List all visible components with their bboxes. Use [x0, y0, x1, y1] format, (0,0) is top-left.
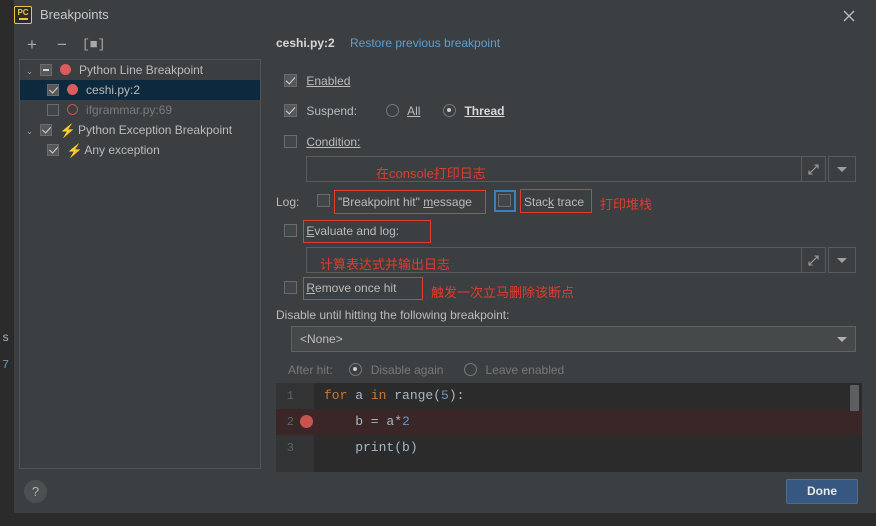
after-hit-leave-enabled-label: Leave enabled: [485, 363, 565, 377]
remove-breakpoint-button[interactable]: −: [52, 36, 72, 54]
suspend-checkbox[interactable]: [284, 104, 297, 117]
breakpoint-name: ceshi.py:2: [276, 36, 335, 50]
exception-bolt-icon: ⚡: [59, 123, 76, 138]
restore-previous-breakpoint-link[interactable]: Restore previous breakpoint: [350, 36, 500, 50]
tree-row-label: Any exception: [84, 143, 160, 157]
disable-until-value: <None>: [300, 332, 343, 346]
disable-until-select[interactable]: <None>: [291, 326, 856, 352]
dialog-title: Breakpoints: [40, 7, 109, 22]
tree-row[interactable]: ⌄ ⚡ Python Exception Breakpoint: [20, 120, 260, 140]
chevron-down-icon: [837, 166, 847, 172]
suspend-thread-label: Thread: [464, 104, 505, 118]
enabled-label: Enabled: [306, 74, 351, 88]
tree-row[interactable]: ⌄ Python Line Breakpoint: [20, 60, 260, 80]
tree-row-label: Python Exception Breakpoint: [78, 123, 233, 137]
tree-row-label: ifgrammar.py:69: [86, 103, 173, 117]
chevron-down-icon[interactable]: ⌄: [22, 61, 37, 81]
suspend-row[interactable]: Suspend: All Thread: [284, 104, 504, 118]
log-message-label: "Breakpoint hit" message: [338, 195, 472, 209]
suspend-label: Suspend:: [306, 104, 358, 118]
tree-row[interactable]: ⚡ Any exception: [20, 140, 260, 160]
remove-once-hit-annotation: 触发一次立马删除该断点: [431, 285, 575, 300]
tree-row-checkbox[interactable]: [47, 144, 60, 156]
ide-text-fragment-2: 7: [2, 358, 10, 372]
line-number: 3: [286, 441, 294, 455]
suspend-all-label: All: [407, 104, 421, 118]
tree-row-checkbox[interactable]: [40, 64, 53, 76]
condition-row[interactable]: Condition:: [284, 135, 360, 149]
evaluate-and-log-checkbox[interactable]: [284, 224, 297, 237]
code-line: 3 print(b): [276, 435, 862, 461]
dialog-footer: ? Done: [14, 472, 876, 513]
line-number: 2: [286, 415, 294, 429]
evaluate-history-dropdown[interactable]: [828, 247, 856, 273]
log-stack-annotation: 打印堆栈: [600, 197, 653, 212]
remove-once-hit-label: Remove once hit: [306, 281, 397, 295]
code-line: 2 b = a*2: [276, 409, 862, 435]
suspend-all-radio[interactable]: [385, 104, 399, 117]
chevron-down-icon: [837, 337, 847, 342]
log-message-checkbox[interactable]: [317, 194, 330, 208]
chevron-down-icon[interactable]: ⌄: [22, 121, 37, 141]
exception-bolt-icon: ⚡: [66, 143, 83, 158]
remove-once-hit-checkbox[interactable]: [284, 281, 297, 294]
evaluate-annotation: 计算表达式并输出日志: [320, 257, 451, 272]
disable-until-label: Disable until hitting the following brea…: [276, 308, 510, 322]
after-hit-label: After hit:: [288, 363, 333, 377]
pycharm-icon: PC: [14, 6, 32, 24]
tree-row-checkbox[interactable]: [40, 124, 53, 136]
condition-checkbox[interactable]: [284, 135, 297, 148]
view-groups-icon[interactable]: [■]: [82, 36, 105, 54]
breakpoint-dot-icon: [59, 64, 71, 75]
close-icon[interactable]: [838, 5, 860, 27]
tree-row[interactable]: ceshi.py:2: [20, 80, 260, 100]
remove-once-hit-row[interactable]: Remove once hit: [284, 281, 396, 295]
chevron-down-icon: [837, 257, 847, 263]
add-breakpoint-button[interactable]: +: [22, 36, 42, 54]
suspend-thread-radio[interactable]: [443, 104, 457, 117]
condition-annotation: 在console打印日志: [376, 166, 486, 181]
code-line: 1 for a in range(5):: [276, 383, 862, 409]
log-label: Log:: [276, 195, 300, 209]
breakpoints-tree[interactable]: ⌄ Python Line Breakpoint ceshi.py:2 ifgr…: [19, 59, 261, 469]
breakpoint-dot-hollow-icon: [66, 104, 78, 115]
code-line-text: for a in range(5):: [324, 388, 465, 403]
code-line-text: b = a*2: [324, 414, 410, 429]
enabled-row[interactable]: Enabled: [284, 74, 350, 88]
tree-row-checkbox[interactable]: [47, 104, 60, 116]
enabled-checkbox[interactable]: [284, 74, 297, 87]
evaluate-and-log-label: Evaluate and log:: [306, 224, 400, 238]
condition-label: Condition:: [306, 135, 361, 149]
tree-row-label: ceshi.py:2: [86, 83, 141, 97]
log-row: Log:: [276, 195, 299, 209]
window-bottom-strip: [0, 513, 876, 526]
after-hit-disable-again-label: Disable again: [370, 363, 444, 377]
breakpoint-dot-icon: [66, 84, 78, 95]
log-stack-checkbox[interactable]: [498, 194, 511, 208]
after-hit-row: After hit: Disable again Leave enabled: [288, 363, 564, 377]
done-button[interactable]: Done: [786, 479, 858, 504]
evaluate-and-log-row[interactable]: Evaluate and log:: [284, 224, 399, 238]
tree-row[interactable]: ifgrammar.py:69: [20, 100, 260, 120]
breakpoints-tree-panel: + − [■] ⌄ Python Line Breakpoint ceshi.p…: [14, 32, 261, 472]
line-number: 1: [286, 389, 294, 403]
after-hit-leave-enabled-radio[interactable]: [464, 363, 478, 376]
condition-history-dropdown[interactable]: [828, 156, 856, 182]
breakpoint-dot-icon[interactable]: [300, 415, 313, 428]
tree-row-checkbox[interactable]: [47, 84, 60, 96]
ide-left-strip: [0, 0, 14, 513]
tree-row-label: Python Line Breakpoint: [79, 63, 204, 77]
help-icon[interactable]: ?: [24, 480, 47, 503]
code-preview[interactable]: 1 for a in range(5): 2 b = a*2 3 print(b…: [276, 383, 862, 472]
ide-text-fragment-1: s: [2, 331, 10, 345]
code-scrollbar[interactable]: [850, 385, 859, 411]
expand-icon[interactable]: [801, 157, 825, 181]
breakpoint-header: ceshi.py:2 Restore previous breakpoint: [276, 32, 856, 58]
after-hit-disable-again-radio[interactable]: [349, 363, 363, 376]
code-line-text: print(b): [324, 440, 418, 455]
tree-toolbar: + − [■]: [14, 32, 261, 58]
expand-icon[interactable]: [801, 248, 825, 272]
log-stack-label: Stack trace: [524, 195, 585, 209]
dialog-titlebar: PC Breakpoints: [14, 0, 876, 32]
